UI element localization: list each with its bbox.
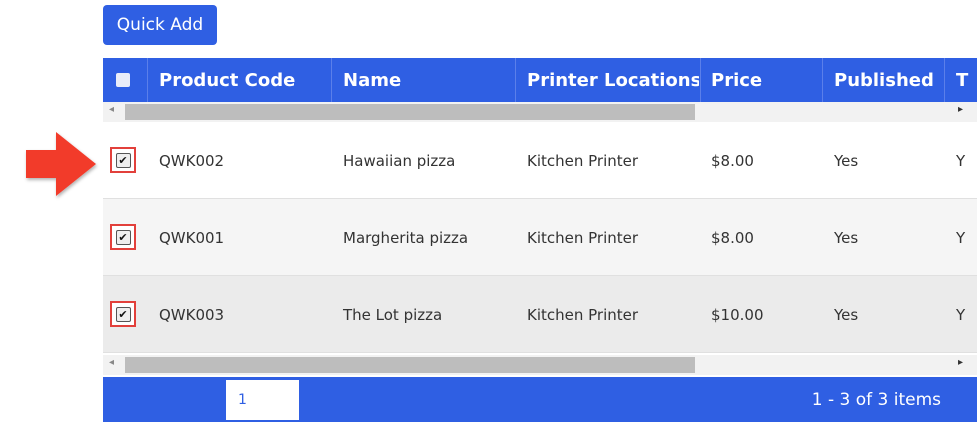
- header-name[interactable]: Name: [343, 58, 513, 102]
- bottom-horizontal-scrollbar[interactable]: ◂ ▸: [103, 355, 977, 375]
- cell-product-code: QWK003: [159, 305, 225, 324]
- cell-published: Yes: [834, 228, 859, 247]
- cell-published: Yes: [834, 151, 859, 170]
- table-row[interactable]: ✔ QWK001 Margherita pizza Kitchen Printe…: [103, 199, 977, 276]
- scroll-right-arrow-icon[interactable]: ▸: [958, 104, 963, 115]
- scroll-left-arrow-icon[interactable]: ◂: [109, 357, 114, 368]
- cell-published: Yes: [834, 305, 859, 324]
- pager-info: 1 - 3 of 3 items: [811, 389, 941, 410]
- cell-truncated: Y: [956, 305, 966, 324]
- header-truncated-column[interactable]: T: [956, 58, 977, 102]
- header-divider: [944, 58, 945, 102]
- header-divider: [700, 58, 701, 102]
- quick-add-button[interactable]: Quick Add: [103, 5, 217, 45]
- row-checkbox[interactable]: ✔: [110, 147, 136, 173]
- header-divider: [515, 58, 516, 102]
- row-checkbox[interactable]: ✔: [110, 301, 136, 327]
- header-product-code[interactable]: Product Code: [159, 58, 329, 102]
- table-row[interactable]: ✔ QWK002 Hawaiian pizza Kitchen Printer …: [103, 122, 977, 199]
- cell-printer-location: Kitchen Printer: [527, 151, 639, 170]
- cell-truncated: Y: [956, 228, 966, 247]
- check-icon: ✔: [115, 229, 131, 245]
- scroll-right-arrow-icon[interactable]: ▸: [958, 357, 963, 368]
- header-published[interactable]: Published: [834, 58, 954, 102]
- header-divider: [331, 58, 332, 102]
- cell-printer-location: Kitchen Printer: [527, 305, 639, 324]
- cell-price: $8.00: [711, 151, 754, 170]
- grid-pager: 1 1 - 3 of 3 items: [103, 377, 977, 422]
- cell-name: Hawaiian pizza: [343, 151, 456, 170]
- red-pointer-arrow-icon: [26, 132, 96, 196]
- page-number-button[interactable]: 1: [226, 380, 299, 420]
- header-divider: [822, 58, 823, 102]
- products-grid: Product Code Name Printer Locations Pric…: [103, 58, 977, 422]
- row-checkbox[interactable]: ✔: [110, 224, 136, 250]
- cell-truncated: Y: [956, 151, 966, 170]
- grid-header: Product Code Name Printer Locations Pric…: [103, 58, 977, 102]
- cell-price: $8.00: [711, 228, 754, 247]
- scrollbar-thumb[interactable]: [125, 104, 695, 120]
- select-all-checkbox[interactable]: [116, 73, 130, 87]
- cell-name: The Lot pizza: [343, 305, 443, 324]
- header-divider: [147, 58, 148, 102]
- cell-printer-location: Kitchen Printer: [527, 228, 639, 247]
- table-row[interactable]: ✔ QWK003 The Lot pizza Kitchen Printer $…: [103, 276, 977, 353]
- scrollbar-thumb[interactable]: [125, 357, 695, 373]
- cell-product-code: QWK002: [159, 151, 225, 170]
- cell-price: $10.00: [711, 305, 764, 324]
- scroll-left-arrow-icon[interactable]: ◂: [109, 104, 114, 115]
- cell-product-code: QWK001: [159, 228, 225, 247]
- header-printer-locations[interactable]: Printer Locations: [527, 58, 699, 102]
- check-icon: ✔: [115, 152, 131, 168]
- check-icon: ✔: [115, 306, 131, 322]
- arrow-shape: [26, 132, 96, 196]
- top-horizontal-scrollbar[interactable]: ◂ ▸: [103, 102, 977, 122]
- cell-name: Margherita pizza: [343, 228, 469, 247]
- header-price[interactable]: Price: [711, 58, 821, 102]
